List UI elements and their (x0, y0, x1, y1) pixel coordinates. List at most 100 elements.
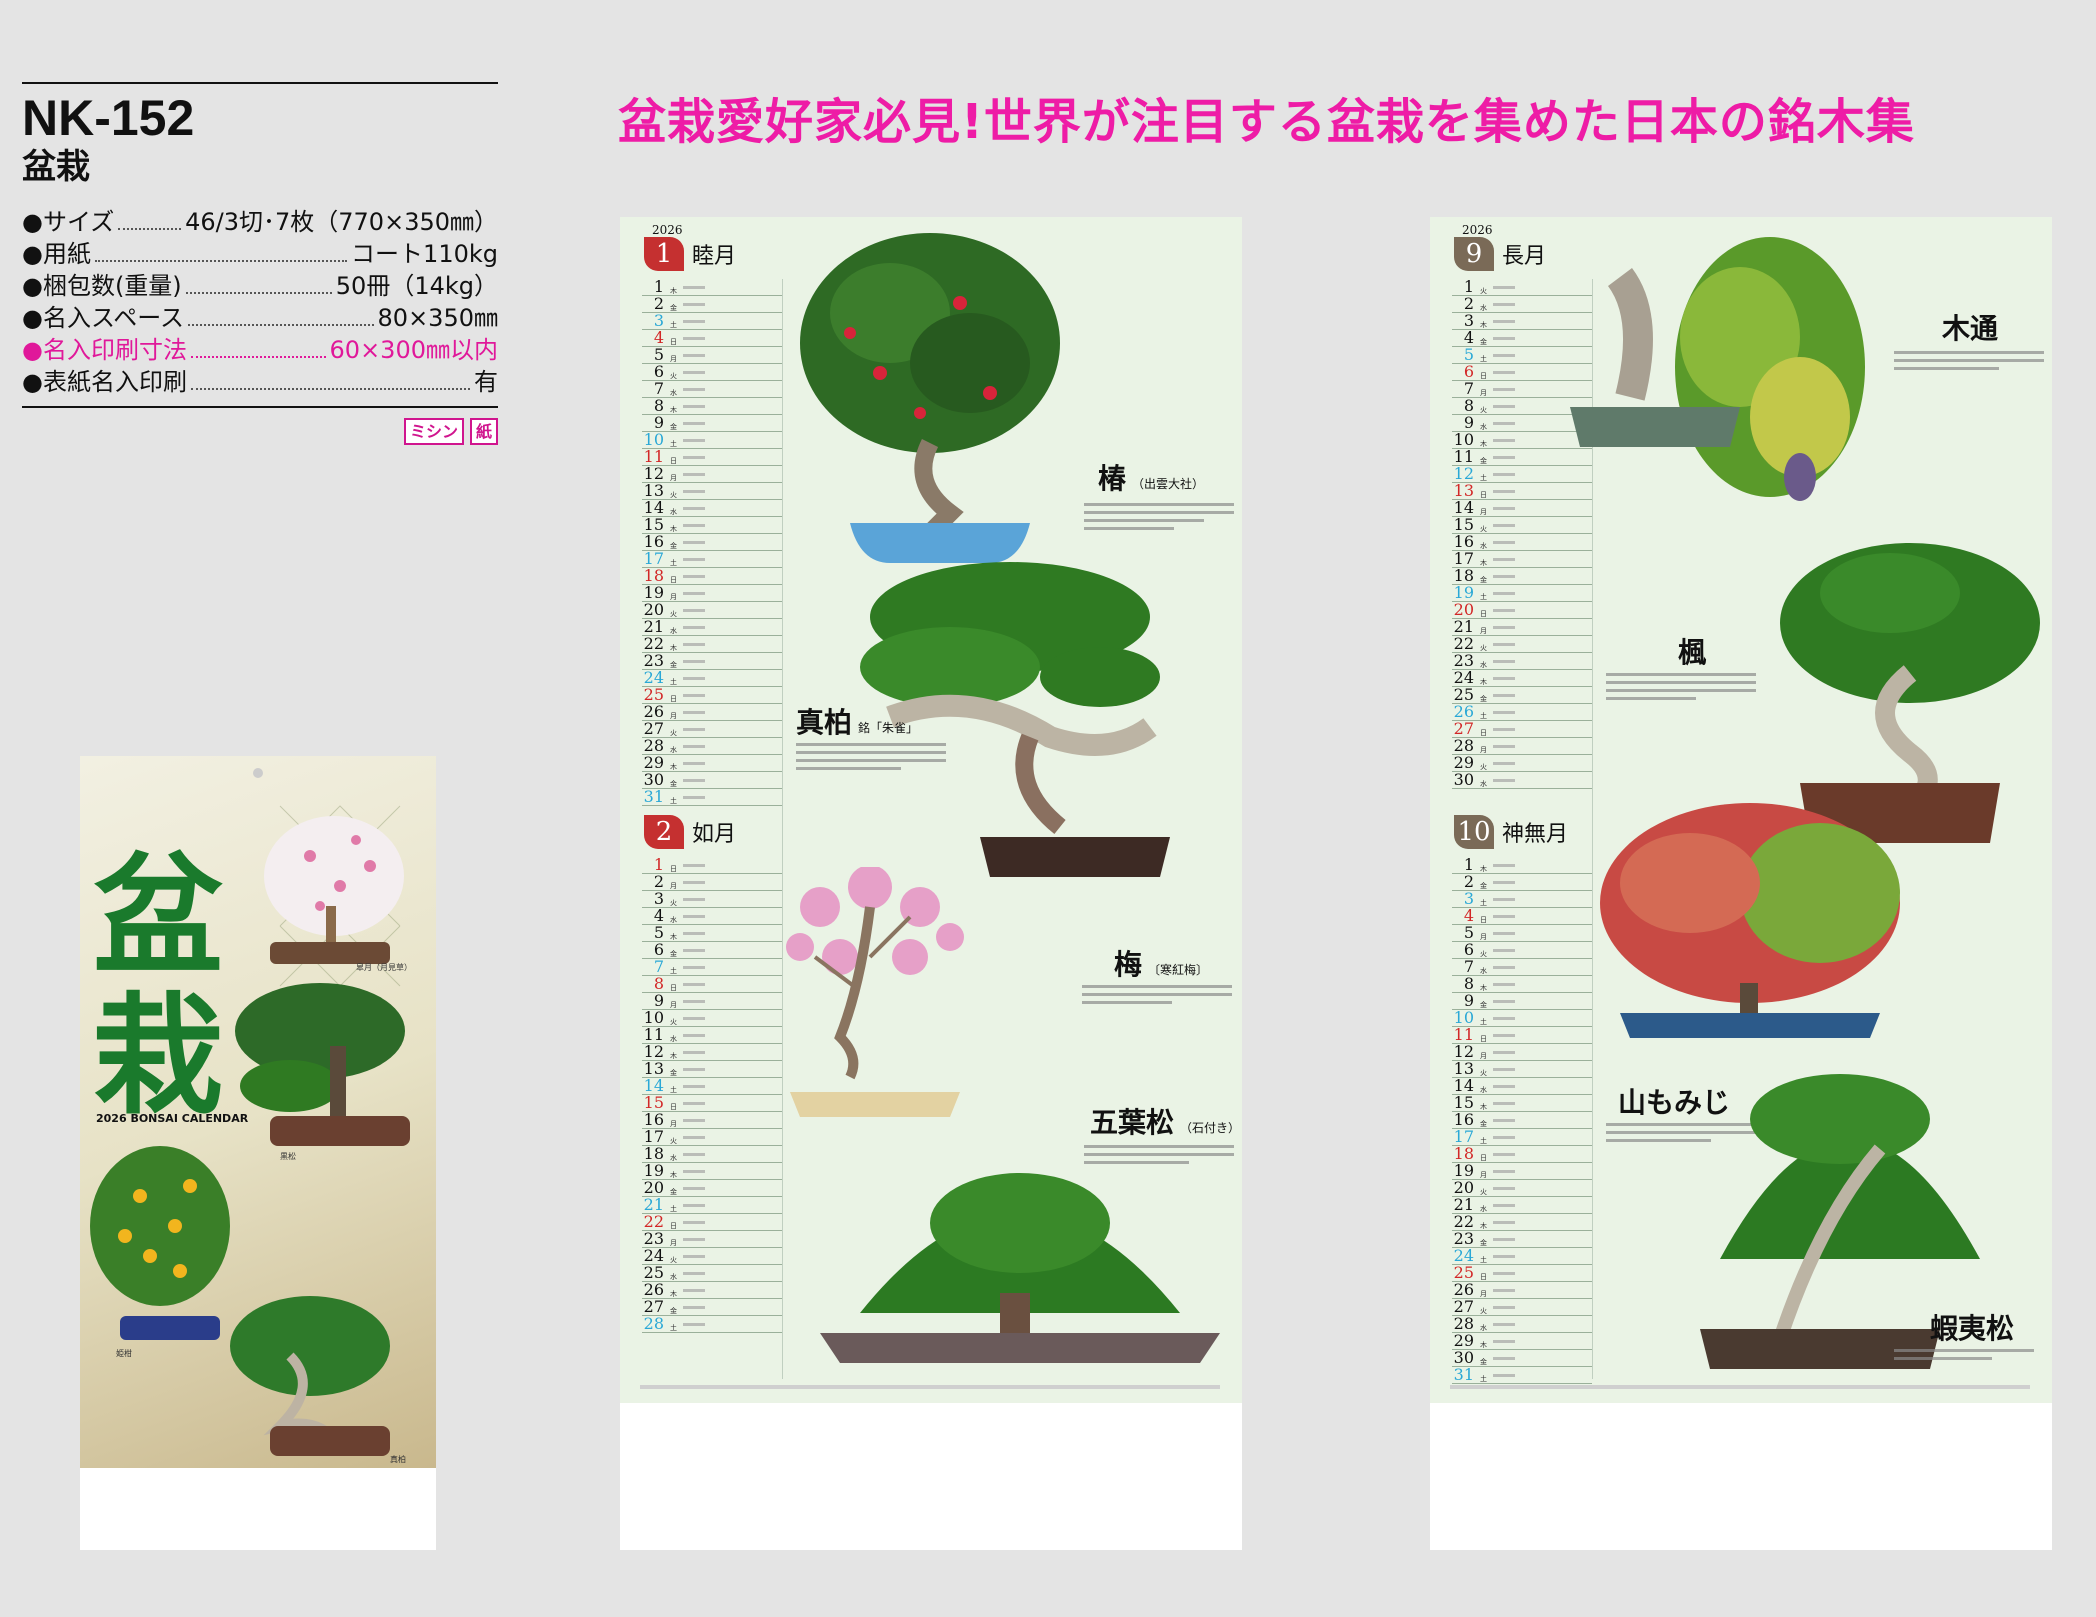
day-note (1493, 779, 1515, 782)
day-number: 4 (1463, 328, 1474, 347)
day-note (683, 1170, 705, 1173)
weekday: 金 (1480, 576, 1487, 584)
day-number: 15 (1453, 1093, 1474, 1112)
weekday: 木 (670, 406, 677, 414)
day-number: 11 (643, 1025, 664, 1044)
day-note (1493, 1289, 1515, 1292)
cover-subtitle: 2026 BONSAI CALENDAR (96, 1112, 249, 1125)
month-name: 睦月 (692, 244, 737, 269)
divider (22, 82, 498, 84)
day-number: 22 (1453, 1212, 1474, 1231)
day-note (683, 677, 705, 680)
calendar-day: 31 土 (1452, 1367, 1592, 1384)
day-number: 3 (1463, 311, 1474, 330)
month-number: 1 (644, 237, 684, 271)
day-note (683, 439, 705, 442)
day-list: 1 日 2 月 3 火 4 水 5 木 6 金 7 土 8 日 9 月 10 火 11 水 12 木 13 金 14 土 15 日 16 月 1… (642, 857, 782, 1333)
weekday: 金 (1480, 1001, 1487, 1009)
cover-label: 黒松 (280, 1152, 296, 1161)
day-number: 15 (643, 515, 664, 534)
day-number: 14 (1453, 498, 1474, 517)
weekday: 月 (1480, 1290, 1487, 1298)
weekday: 水 (1480, 661, 1487, 669)
day-number: 28 (1453, 736, 1474, 755)
day-number: 26 (643, 1280, 664, 1299)
day-number: 29 (1453, 753, 1474, 772)
day-number: 18 (1453, 566, 1474, 585)
day-number: 29 (643, 753, 664, 772)
weekday: 水 (1480, 1086, 1487, 1094)
day-note (1493, 388, 1515, 391)
day-number: 29 (1453, 1331, 1474, 1350)
akebia-bonsai-image (1570, 237, 1865, 501)
day-number: 22 (643, 1212, 664, 1231)
day-note (683, 524, 705, 527)
day-note (683, 1136, 705, 1139)
five-needle-pine-bonsai-image (820, 1173, 1220, 1363)
day-note (683, 1000, 705, 1003)
day-number: 26 (643, 702, 664, 721)
weekday: 火 (670, 729, 677, 737)
leader-dots (118, 228, 182, 230)
weekday: 金 (670, 780, 677, 788)
day-number: 1 (653, 277, 664, 296)
headline: 盆栽愛好家必見!世界が注目する盆栽を集めた日本の銘木集 (618, 94, 1915, 150)
spec-value: 60×300㎜以内 (329, 336, 498, 364)
day-number: 8 (1463, 396, 1474, 415)
weekday: 火 (670, 1256, 677, 1264)
tree-description (1084, 503, 1234, 535)
day-number: 7 (1463, 957, 1474, 976)
spec-row: ●サイズ 46/3切･7枚（770×350㎜） (22, 206, 498, 238)
day-note (683, 864, 705, 867)
weekday: 土 (670, 440, 677, 448)
day-note (1493, 490, 1515, 493)
month-name: 神無月 (1502, 822, 1569, 847)
weekday: 土 (1480, 1137, 1487, 1145)
tree-name: 蝦夷松 (1930, 1312, 2015, 1345)
day-note (1493, 473, 1515, 476)
day-list: 1 木 2 金 3 土 4 日 5 月 6 火 7 水 8 木 9 金 10 土 11 日 12 月 13 火 14 水 15 木 16 金 1… (642, 279, 782, 806)
day-note (683, 949, 705, 952)
day-number: 17 (1453, 1127, 1474, 1146)
day-number: 28 (1453, 1314, 1474, 1333)
day-number: 21 (643, 617, 664, 636)
day-number: 18 (1453, 1144, 1474, 1163)
spec-value: コート110kg (351, 240, 498, 268)
weekday: 日 (670, 1222, 677, 1230)
day-note (683, 371, 705, 374)
day-note (1493, 1221, 1515, 1224)
day-note (683, 694, 705, 697)
day-number: 1 (1463, 277, 1474, 296)
day-note (683, 422, 705, 425)
day-note (1493, 1187, 1515, 1190)
day-number: 12 (1453, 464, 1474, 483)
day-number: 7 (653, 957, 664, 976)
weekday: 金 (670, 1307, 677, 1315)
weekday: 木 (1480, 865, 1487, 873)
weekday: 日 (1480, 491, 1487, 499)
day-number: 23 (1453, 1229, 1474, 1248)
weekday: 月 (670, 712, 677, 720)
day-note (1493, 524, 1515, 527)
page-footer (640, 1385, 1220, 1389)
spec-value: 46/3切･7枚（770×350㎜） (185, 208, 498, 236)
weekday: 火 (670, 610, 677, 618)
page-footer (1450, 1385, 2030, 1389)
day-note (1493, 575, 1515, 578)
day-note (1493, 660, 1515, 663)
day-number: 27 (643, 719, 664, 738)
weekday: 日 (1480, 1273, 1487, 1281)
month-number: 2 (644, 815, 684, 849)
calendar-day: 28 土 (642, 1316, 782, 1333)
spec-list: ●サイズ 46/3切･7枚（770×350㎜） ●用紙 コート110kg ●梱包数(重量… (22, 206, 498, 398)
month-header: 2 如月 (644, 815, 736, 849)
spec-row: ●表紙名入印刷 有 (22, 366, 498, 398)
day-note (1493, 456, 1515, 459)
day-number: 30 (1453, 1348, 1474, 1367)
day-note (683, 1068, 705, 1071)
month-header: 9 長月 (1454, 237, 1546, 271)
day-number: 7 (1463, 379, 1474, 398)
weekday: 金 (670, 542, 677, 550)
spec-panel: NK-152 盆栽 ●サイズ 46/3切･7枚（770×350㎜） ●用紙 コート11… (22, 82, 498, 445)
day-note (1493, 1238, 1515, 1241)
